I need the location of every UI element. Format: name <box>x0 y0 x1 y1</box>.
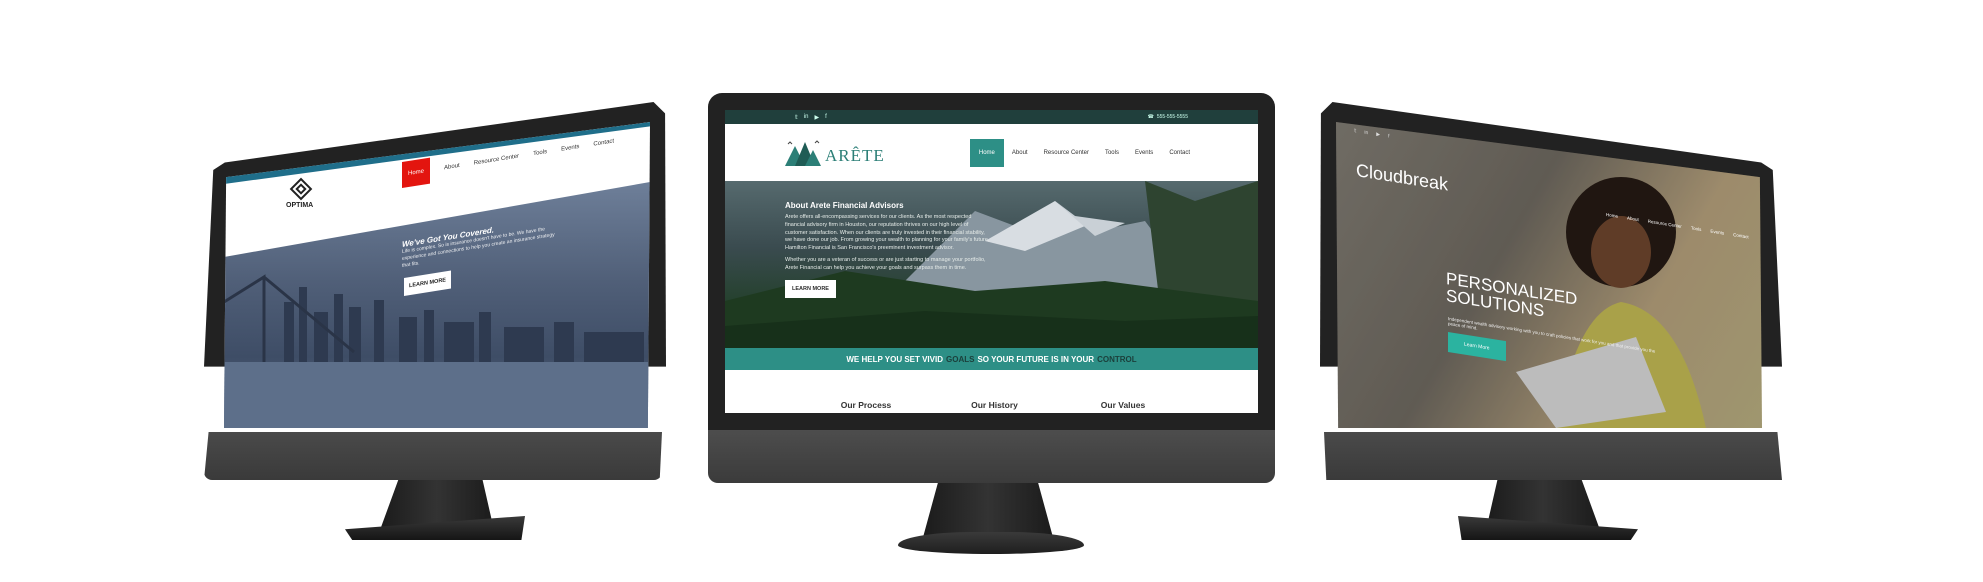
center-nav-bar: ARÊTE Home About Resource Center Tools E… <box>725 124 1258 181</box>
left-hero-image <box>224 182 650 428</box>
youtube-icon[interactable]: ▶ <box>1376 132 1380 139</box>
center-info-columns: Our Process Our History Our Values <box>725 370 1258 413</box>
optima-logo-text[interactable]: OPTIMA <box>286 202 313 209</box>
center-learn-more-button[interactable]: LEARN MORE <box>785 279 836 298</box>
center-nav-events[interactable]: Events <box>1127 150 1161 156</box>
column-title: Our History <box>971 400 1018 410</box>
twitter-icon[interactable]: 𝕥 <box>1354 128 1356 134</box>
left-monitor: OPTIMA Home About Resource Center Tools … <box>204 102 666 480</box>
linkedin-icon[interactable]: in <box>1364 130 1368 137</box>
linkedin-icon[interactable]: in <box>804 114 809 121</box>
center-hero-text: About Arete Financial Advisors Arete off… <box>785 201 990 298</box>
center-social-links: 𝕥 in ▶ f <box>795 114 827 121</box>
center-tagline-band: WE HELP YOU SET VIVID GOALS SO YOUR FUTU… <box>725 348 1258 370</box>
center-nav-tools[interactable]: Tools <box>1097 150 1127 156</box>
center-monitor-stand-foot <box>898 532 1084 554</box>
facebook-icon[interactable]: f <box>1388 133 1389 139</box>
center-hero-paragraph-2: Whether you are a veteran of success or … <box>785 256 986 271</box>
left-nav-events[interactable]: Events <box>561 144 579 153</box>
twitter-icon[interactable]: 𝕥 <box>795 114 798 121</box>
center-hero-title: About Arete Financial Advisors <box>785 201 904 210</box>
center-nav-contact[interactable]: Contact <box>1161 150 1198 156</box>
arete-logo[interactable]: ARÊTE <box>785 139 885 166</box>
right-monitor-chin <box>1324 432 1782 480</box>
center-monitor-screen: 𝕥 in ▶ f ☎ 555-555-5555 ARÊTE Home About… <box>725 110 1258 413</box>
left-nav-resource-center[interactable]: Resource Center <box>474 153 519 166</box>
left-monitor-chin <box>204 432 662 480</box>
tagline-part-2: SO YOUR FUTURE IS IN YOUR <box>977 354 1095 364</box>
center-phone[interactable]: ☎ 555-555-5555 <box>1148 114 1188 120</box>
phone-icon: ☎ <box>1147 114 1154 120</box>
left-nav-home[interactable]: Home <box>402 157 431 188</box>
center-nav-menu: Home About Resource Center Tools Events … <box>969 138 1198 167</box>
center-hero-paragraph-1: Arete offers all-encompassing services f… <box>785 214 990 252</box>
center-top-bar: 𝕥 in ▶ f ☎ 555-555-5555 <box>725 110 1258 124</box>
tagline-goals: GOALS <box>946 354 975 364</box>
tagline-control: CONTROL <box>1097 354 1137 364</box>
center-hero: About Arete Financial Advisors Arete off… <box>725 181 1258 348</box>
arete-logo-text: ARÊTE <box>825 145 885 165</box>
mockup-stage: OPTIMA Home About Resource Center Tools … <box>0 0 1983 582</box>
column-our-process: Our Process <box>831 400 901 413</box>
right-monitor: 𝕥 in ▶ f Cloudbreak Home About Resource … <box>1320 102 1782 480</box>
center-nav-home[interactable]: Home <box>969 138 1004 167</box>
column-title: Our Values <box>1100 400 1146 410</box>
left-nav-tools[interactable]: Tools <box>533 149 547 157</box>
tagline-part-1: WE HELP YOU SET VIVID <box>846 354 943 364</box>
center-phone-number: 555-555-5555 <box>1156 114 1188 120</box>
mountain-logo-icon <box>785 139 821 166</box>
center-nav-resource-center[interactable]: Resource Center <box>1036 150 1097 156</box>
column-title: Our Process <box>840 400 892 410</box>
center-monitor-chin <box>708 430 1275 483</box>
facebook-icon[interactable]: f <box>825 114 827 121</box>
column-our-history: Our History <box>960 400 1030 413</box>
column-our-values: Our Values <box>1088 400 1158 413</box>
left-nav-about[interactable]: About <box>444 163 460 171</box>
left-nav-contact[interactable]: Contact <box>593 138 614 147</box>
youtube-icon[interactable]: ▶ <box>814 114 819 121</box>
center-nav-about[interactable]: About <box>1004 150 1036 156</box>
